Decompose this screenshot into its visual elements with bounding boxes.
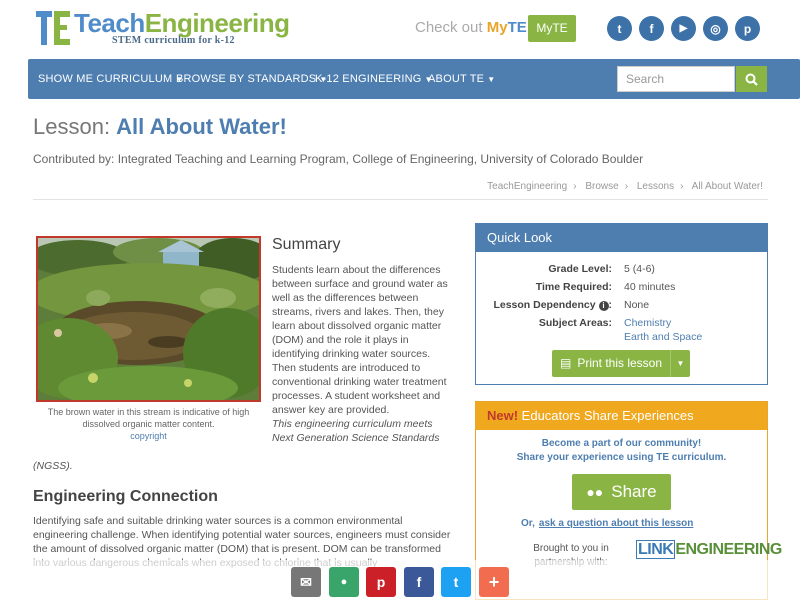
logo-title: TeachEngineering: [74, 8, 290, 38]
page-title: Lesson: All About Water!: [33, 114, 287, 139]
myte-button[interactable]: MyTE: [528, 15, 576, 42]
subject-areas-label: Subject Areas:: [538, 317, 612, 329]
site-header: TeachEngineering STEM curriculum for k-1…: [0, 0, 800, 58]
print-options-dropdown[interactable]: ▼: [670, 350, 690, 377]
time-required-value: 40 minutes: [624, 281, 676, 293]
facebook-icon[interactable]: f: [639, 16, 664, 41]
pinterest-icon[interactable]: p: [366, 567, 396, 597]
breadcrumb-browse[interactable]: Browse: [585, 181, 618, 192]
summary-text: Students learn about the differences bet…: [272, 263, 456, 445]
contributed-by: Contributed by: Integrated Teaching and …: [33, 152, 644, 166]
lesson-dependency-label: Lesson Dependency i:: [493, 299, 612, 311]
users-icon: ●●: [586, 484, 604, 500]
grade-level-label: Grade Level:: [548, 263, 612, 275]
nav-show-me-curriculum[interactable]: SHOW ME CURRICULUM ▼: [38, 59, 184, 99]
floating-share-bar: [0, 560, 800, 600]
breadcrumb: TeachEngineering › Browse › Lessons › All A…: [487, 181, 763, 192]
facebook-icon[interactable]: f: [404, 567, 434, 597]
ask-question-link[interactable]: ask a question about this lesson: [539, 518, 693, 529]
search-input[interactable]: [617, 66, 735, 92]
search-button[interactable]: [736, 66, 767, 92]
info-icon[interactable]: i: [598, 301, 609, 311]
ngss-note-line2[interactable]: Next Generation Science Standards: [272, 431, 456, 445]
educators-share-heading: New! Educators Share Experiences: [476, 402, 767, 430]
engineering-connection-heading: Engineering Connection: [33, 488, 218, 505]
pinterest-icon[interactable]: p: [735, 16, 760, 41]
ask-question-line: Or, ask a question about this lesson: [521, 518, 694, 529]
youtube-icon[interactable]: ▶: [671, 16, 696, 41]
checkout-myte-link[interactable]: Check out MyTE: [415, 19, 527, 36]
email-icon[interactable]: ✉: [291, 567, 321, 597]
twitter-icon[interactable]: t: [607, 16, 632, 41]
social-links: t f ▶ ◎ p: [607, 16, 760, 41]
te-logo-icon: [36, 9, 70, 45]
breadcrumb-lessons[interactable]: Lessons: [637, 181, 674, 192]
breadcrumb-home[interactable]: TeachEngineering: [487, 181, 567, 192]
subject-chemistry[interactable]: Chemistry: [624, 317, 671, 329]
grade-level-value: 5 (4-6): [624, 263, 655, 275]
community-line: Become a part of our community!: [541, 438, 702, 449]
group-icon[interactable]: ●: [329, 567, 359, 597]
search-icon: [745, 73, 758, 86]
printer-icon: ▤: [559, 356, 572, 370]
caret-down-icon: ▼: [676, 359, 685, 368]
copyright-link[interactable]: copyright: [36, 430, 261, 442]
time-required-label: Time Required:: [535, 281, 612, 293]
share-experience-line: Share your experience using TE curriculu…: [516, 452, 727, 463]
ngss-note-line3: (NGSS).: [33, 460, 73, 472]
instagram-icon[interactable]: ◎: [703, 16, 728, 41]
stream-photo[interactable]: [36, 236, 261, 402]
summary-heading: Summary: [272, 236, 341, 253]
nav-browse-by-standards[interactable]: BROWSE BY STANDARDS ▼: [176, 59, 327, 99]
plus-icon[interactable]: +: [479, 567, 509, 597]
chevron-down-icon: ▼: [487, 75, 496, 84]
main-nav: SHOW ME CURRICULUM ▼ BROWSE BY STANDARDS ▼…: [28, 59, 800, 99]
subject-earth-and-space[interactable]: Earth and Space: [624, 331, 702, 343]
nav-about-te[interactable]: ABOUT TE ▼: [428, 59, 495, 99]
share-button[interactable]: ●● Share: [572, 474, 671, 510]
nav-k12-engineering[interactable]: K-12 ENGINEERING ▼: [315, 59, 433, 99]
print-lesson-button[interactable]: ▤ Print this lesson ▼: [552, 350, 690, 377]
ngss-note-line1: This engineering curriculum meets: [272, 418, 433, 430]
linkengineering-logo[interactable]: LINK ENGINEERING: [636, 540, 782, 559]
breadcrumb-current: All About Water!: [691, 181, 763, 192]
twitter-icon[interactable]: t: [441, 567, 471, 597]
teachengineering-logo[interactable]: TeachEngineering STEM curriculum for k-1…: [36, 8, 290, 46]
divider: [33, 199, 768, 200]
quick-look-panel: Quick Look Grade Level: 5 (4-6) Time Req…: [475, 223, 768, 385]
photo-caption: The brown water in this stream is indica…: [36, 406, 261, 442]
quick-look-heading: Quick Look: [476, 224, 767, 252]
lesson-dependency-value: None: [624, 299, 650, 311]
